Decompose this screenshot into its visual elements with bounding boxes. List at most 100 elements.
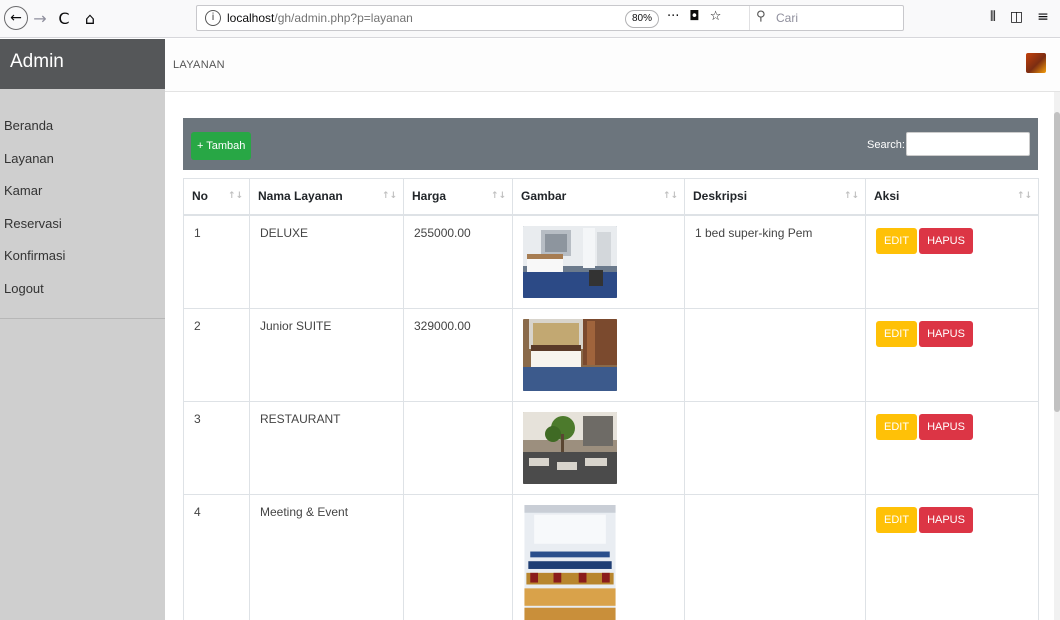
table-row: 2 Junior SUITE 329000.00 EDIT HAPUS (183, 307, 1039, 402)
column-header-harga[interactable]: Harga ↑↓ (403, 178, 513, 216)
sidebar-brand: Admin (0, 39, 165, 89)
browser-search-placeholder: Cari (776, 11, 799, 25)
sidebar-item-konfirmasi[interactable]: Konfirmasi (0, 240, 165, 273)
url-host: localhost (227, 11, 275, 25)
cell-gambar (512, 493, 685, 620)
sort-icon: ↑↓ (662, 191, 678, 201)
table-search-input[interactable] (906, 132, 1030, 156)
cell-deskripsi (684, 307, 866, 402)
cell-gambar (512, 214, 685, 309)
url-path: /gh/admin.php?p=layanan (274, 11, 413, 25)
browser-toolbar: ← → C ⌂ i localhost/gh/admin.php?p=layan… (0, 0, 1060, 38)
sort-icon: ↑↓ (843, 191, 859, 201)
url-bar[interactable]: i localhost/gh/admin.php?p=layanan 80% ·… (196, 5, 904, 31)
cell-nama-layanan: Meeting & Event (249, 493, 404, 620)
column-header-label: Deskripsi (693, 189, 748, 204)
cell-aksi: EDIT HAPUS (865, 307, 1039, 402)
layanan-table: No ↑↓ Nama Layanan ↑↓ Harga ↑↓ Gambar ↑↓ Des… (183, 178, 1039, 620)
junior-suite-image (523, 318, 617, 391)
column-header-label: Harga (412, 189, 447, 204)
admin-sidebar: Admin Beranda Layanan Kamar Reservasi Ko… (0, 39, 165, 620)
url-text[interactable]: localhost/gh/admin.php?p=layanan (227, 11, 413, 25)
column-header-label: Aksi (874, 189, 900, 204)
search-label: Search: (867, 139, 905, 151)
cell-nama-layanan: RESTAURANT (249, 400, 404, 495)
edit-button[interactable]: EDIT (876, 413, 918, 440)
home-icon[interactable]: ⌂ (80, 6, 100, 30)
more-actions-icon[interactable]: ··· (667, 9, 679, 24)
table-header-row: No ↑↓ Nama Layanan ↑↓ Harga ↑↓ Gambar ↑↓ Des… (183, 178, 1039, 216)
column-header-no[interactable]: No ↑↓ (183, 178, 250, 216)
delete-button[interactable]: HAPUS (919, 413, 973, 440)
sidebar-item-beranda[interactable]: Beranda (0, 110, 165, 143)
add-layanan-button[interactable]: + Tambah (191, 132, 252, 160)
sort-icon: ↑↓ (490, 191, 506, 201)
page-actions: ··· ◘ ☆ (667, 9, 721, 24)
page-scrollbar[interactable] (1054, 92, 1060, 620)
sidebar-item-kamar[interactable]: Kamar (0, 175, 165, 208)
restaurant-image (523, 411, 617, 484)
sort-icon: ↑↓ (1016, 191, 1032, 201)
cell-no: 1 (183, 214, 250, 309)
cell-deskripsi (684, 400, 866, 495)
delete-button[interactable]: HAPUS (919, 227, 973, 254)
page-title: LAYANAN (173, 59, 225, 71)
column-header-deskripsi[interactable]: Deskripsi ↑↓ (684, 178, 866, 216)
hamburger-menu-icon[interactable]: ≡ (1037, 9, 1049, 25)
meeting-event-image (524, 504, 616, 620)
column-header-label: Nama Layanan (258, 189, 343, 204)
page-topbar: LAYANAN (165, 39, 1060, 92)
edit-button[interactable]: EDIT (876, 320, 918, 347)
column-header-gambar[interactable]: Gambar ↑↓ (512, 178, 685, 216)
cell-nama-layanan: DELUXE (249, 214, 404, 309)
forward-icon[interactable]: → (30, 6, 50, 30)
avatar[interactable] (1026, 53, 1046, 73)
card-header: + Tambah Search: (183, 118, 1038, 170)
cell-harga: 329000.00 (403, 307, 513, 402)
edit-button[interactable]: EDIT (876, 506, 918, 533)
sidebar-toggle-icon[interactable]: ◫ (1010, 9, 1023, 25)
search-icon: ⚲ (756, 9, 766, 24)
reload-icon[interactable]: C (54, 6, 74, 30)
cell-nama-layanan: Junior SUITE (249, 307, 404, 402)
back-icon[interactable]: ← (4, 6, 28, 30)
column-header-aksi[interactable]: Aksi ↑↓ (865, 178, 1039, 216)
edit-button[interactable]: EDIT (876, 227, 918, 254)
cell-no: 4 (183, 493, 250, 620)
cell-aksi: EDIT HAPUS (865, 400, 1039, 495)
cell-deskripsi (684, 493, 866, 620)
browser-search-field[interactable]: ⚲ Cari (749, 6, 903, 30)
table-row: 1 DELUXE 255000.00 1 bed super-king Pem … (183, 214, 1039, 309)
scrollbar-thumb[interactable] (1054, 112, 1060, 412)
cell-aksi: EDIT HAPUS (865, 214, 1039, 309)
pocket-icon[interactable]: ◘ (689, 9, 699, 24)
column-header-label: No (192, 189, 208, 204)
layanan-card: + Tambah Search: No ↑↓ Nama Layanan ↑↓ Har… (183, 118, 1039, 620)
cell-aksi: EDIT HAPUS (865, 493, 1039, 620)
sort-icon: ↑↓ (381, 191, 397, 201)
table-row: 3 RESTAURANT EDIT HAPUS (183, 400, 1039, 495)
table-row: 4 Meeting & Event EDIT HAPUS (183, 493, 1039, 620)
cell-harga (403, 493, 513, 620)
zoom-indicator[interactable]: 80% (625, 10, 660, 28)
cell-harga (403, 400, 513, 495)
deluxe-room-image (523, 225, 617, 298)
column-header-nama-layanan[interactable]: Nama Layanan ↑↓ (249, 178, 404, 216)
sidebar-menu: Beranda Layanan Kamar Reservasi Konfirma… (0, 89, 165, 319)
cell-no: 2 (183, 307, 250, 402)
cell-deskripsi: 1 bed super-king Pem (684, 214, 866, 309)
cell-gambar (512, 400, 685, 495)
browser-right-icons: ⫴ ◫ ≡ (990, 9, 1049, 25)
sidebar-item-reservasi[interactable]: Reservasi (0, 208, 165, 241)
bookmark-star-icon[interactable]: ☆ (710, 9, 722, 24)
cell-harga: 255000.00 (403, 214, 513, 309)
sort-icon: ↑↓ (227, 191, 243, 201)
sidebar-item-logout[interactable]: Logout (0, 273, 165, 306)
library-icon[interactable]: ⫴ (990, 9, 996, 25)
sidebar-item-layanan[interactable]: Layanan (0, 143, 165, 176)
info-icon[interactable]: i (205, 10, 221, 26)
cell-gambar (512, 307, 685, 402)
column-header-label: Gambar (521, 189, 567, 204)
delete-button[interactable]: HAPUS (919, 506, 973, 533)
delete-button[interactable]: HAPUS (919, 320, 973, 347)
